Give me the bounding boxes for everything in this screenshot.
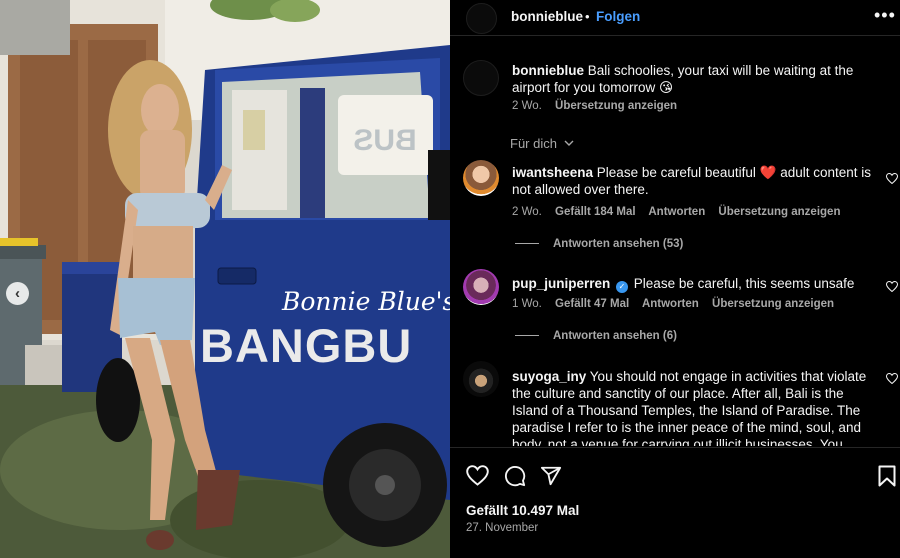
- commenter-avatar[interactable]: [463, 361, 499, 397]
- reply-button[interactable]: Antworten: [642, 298, 699, 310]
- replies-divider: [515, 243, 539, 245]
- caption-text: bonnieblue Bali schoolies, your taxi wil…: [512, 62, 872, 96]
- post-date[interactable]: 27. November: [466, 522, 538, 534]
- view-replies-label: Antworten ansehen (6): [553, 330, 677, 342]
- comments-list[interactable]: bonnieblue Bali schoolies, your taxi wil…: [450, 37, 900, 446]
- view-replies-button[interactable]: Antworten ansehen (53): [512, 238, 683, 250]
- commenter-avatar[interactable]: [463, 269, 499, 305]
- follow-button[interactable]: Folgen: [596, 9, 640, 24]
- caption-username[interactable]: bonnieblue: [512, 63, 584, 78]
- post-side-panel: bonnieblue • Folgen ••• bonnieblue Bali …: [450, 0, 900, 558]
- like-heart-icon[interactable]: [886, 173, 898, 184]
- comment-meta: 1 Wo. Gefällt 47 Mal Antworten Übersetzu…: [512, 298, 844, 310]
- author-avatar[interactable]: [466, 3, 497, 34]
- like-heart-icon[interactable]: [466, 465, 489, 486]
- comment-sort-label: Für dich: [510, 136, 557, 151]
- comment-body: Please be careful, this seems unsafe: [633, 276, 855, 291]
- replies-divider: [515, 335, 539, 337]
- separator-dot: •: [585, 9, 590, 24]
- view-replies-label: Antworten ansehen (53): [553, 238, 684, 250]
- comment-text: suyoga_iny You should not engage in acti…: [512, 368, 872, 446]
- comment-time[interactable]: 2 Wo.: [512, 206, 542, 218]
- comment-text: iwantsheena Please be careful beautiful …: [512, 164, 872, 198]
- svg-text:BANGBU: BANGBU: [200, 319, 412, 372]
- like-count[interactable]: Gefällt 10.497 Mal: [466, 503, 579, 518]
- comment-bubble-icon[interactable]: [504, 465, 526, 487]
- chevron-down-icon: [564, 140, 574, 146]
- author-username[interactable]: bonnieblue: [511, 9, 583, 24]
- view-replies-button[interactable]: Antworten ansehen (6): [512, 330, 677, 342]
- share-send-icon[interactable]: [540, 465, 562, 487]
- reply-button[interactable]: Antworten: [648, 206, 705, 218]
- translate-link[interactable]: Übersetzung anzeigen: [712, 298, 834, 310]
- caption-avatar[interactable]: [463, 60, 499, 96]
- verified-badge-icon: ✓: [616, 281, 629, 293]
- svg-text:Bonnie Blue's: Bonnie Blue's: [281, 287, 450, 316]
- commenter-avatar[interactable]: [463, 160, 499, 196]
- post-media[interactable]: BUS Bonnie Blue's BANGBU ‹: [0, 0, 450, 558]
- bookmark-save-icon[interactable]: [878, 465, 896, 487]
- svg-text:BUS: BUS: [353, 124, 416, 157]
- comment-time[interactable]: 1 Wo.: [512, 298, 542, 310]
- comment-username[interactable]: pup_juniperren: [512, 276, 610, 291]
- comment-text: pup_juniperren ✓ Please be careful, this…: [512, 275, 872, 293]
- caption-meta: 2 Wo. Übersetzung anzeigen: [512, 100, 687, 112]
- comment-meta: 2 Wo. Gefällt 184 Mal Antworten Übersetz…: [512, 206, 850, 218]
- post-footer: Gefällt 10.497 Mal 27. November: [450, 447, 900, 558]
- caption-translate-link[interactable]: Übersetzung anzeigen: [555, 100, 677, 112]
- comment-username[interactable]: iwantsheena: [512, 165, 593, 180]
- like-heart-icon[interactable]: [886, 373, 898, 384]
- caption-time[interactable]: 2 Wo.: [512, 100, 542, 112]
- post-photo: BUS Bonnie Blue's BANGBU: [0, 0, 450, 558]
- comment-username[interactable]: suyoga_iny: [512, 369, 586, 384]
- comment-likes[interactable]: Gefällt 184 Mal: [555, 206, 636, 218]
- comment-sort-dropdown[interactable]: Für dich: [510, 136, 574, 151]
- post-header: bonnieblue • Folgen •••: [450, 0, 900, 36]
- translate-link[interactable]: Übersetzung anzeigen: [718, 206, 840, 218]
- more-options-icon[interactable]: •••: [874, 5, 896, 26]
- like-heart-icon[interactable]: [886, 281, 898, 292]
- comment-likes[interactable]: Gefällt 47 Mal: [555, 298, 629, 310]
- previous-image-button[interactable]: ‹: [6, 282, 29, 305]
